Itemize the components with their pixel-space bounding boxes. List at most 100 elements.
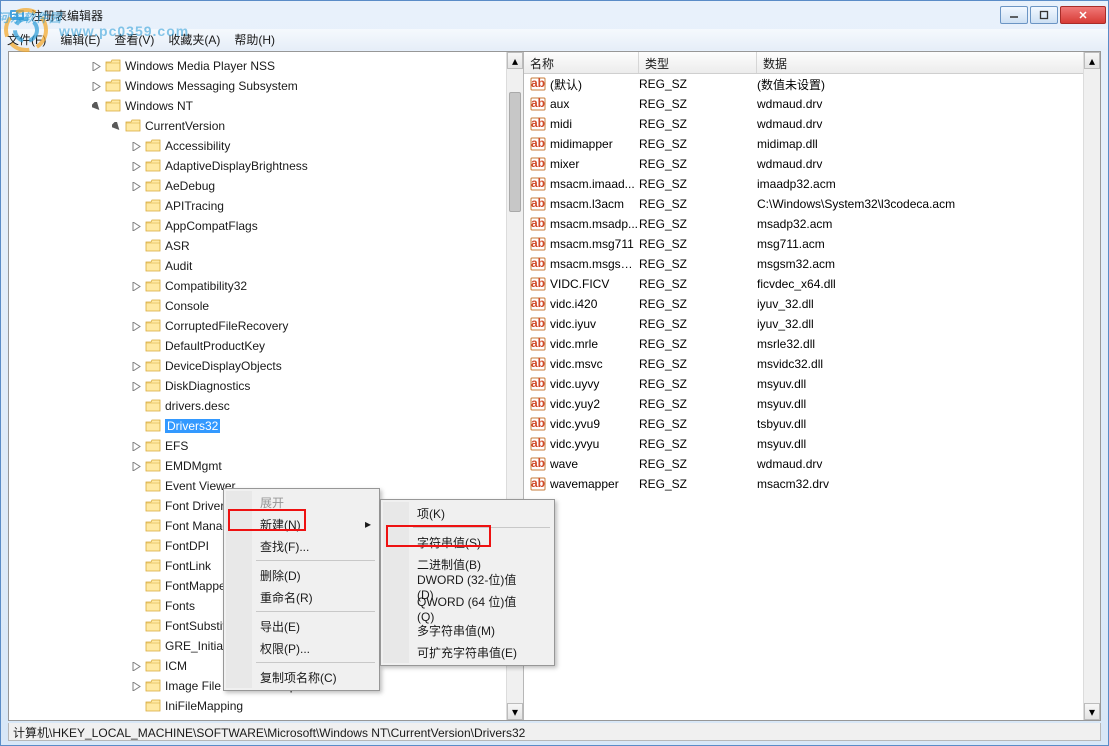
maximize-button[interactable] — [1030, 6, 1058, 24]
list-row[interactable]: abmidimapperREG_SZmidimap.dll — [524, 134, 1100, 154]
menu-view[interactable]: 查看(V) — [114, 31, 154, 48]
column-name[interactable]: 名称 — [524, 52, 639, 73]
tree-toggle-icon[interactable] — [131, 201, 142, 212]
ctx-export[interactable]: 导出(E) — [226, 615, 377, 637]
tree-item[interactable]: AeDebug — [11, 176, 523, 196]
tree-toggle-icon[interactable] — [131, 701, 142, 712]
ctx-delete[interactable]: 删除(D) — [226, 564, 377, 586]
tree-toggle-icon[interactable] — [111, 121, 122, 132]
tree-item[interactable]: DeviceDisplayObjects — [11, 356, 523, 376]
tree-item[interactable]: CorruptedFileRecovery — [11, 316, 523, 336]
tree-toggle-icon[interactable] — [131, 641, 142, 652]
menu-help[interactable]: 帮助(H) — [234, 31, 275, 48]
list-row[interactable]: abmsacm.msg711REG_SZmsg711.acm — [524, 234, 1100, 254]
tree-toggle-icon[interactable] — [91, 81, 102, 92]
tree-toggle-icon[interactable] — [131, 321, 142, 332]
ctx-new-key[interactable]: 项(K) — [383, 502, 552, 524]
ctx-new[interactable]: 新建(N)▸ — [226, 513, 377, 535]
list-row[interactable]: abmixerREG_SZwdmaud.drv — [524, 154, 1100, 174]
tree-toggle-icon[interactable] — [131, 601, 142, 612]
tree-item[interactable]: AppCompatFlags — [11, 216, 523, 236]
ctx-new-string[interactable]: 字符串值(S) — [383, 531, 552, 553]
list-row[interactable]: abvidc.iyuvREG_SZiyuv_32.dll — [524, 314, 1100, 334]
tree-item[interactable]: EMDMgmt — [11, 456, 523, 476]
tree-toggle-icon[interactable] — [131, 681, 142, 692]
tree-toggle-icon[interactable] — [131, 441, 142, 452]
ctx-rename[interactable]: 重命名(R) — [226, 586, 377, 608]
tree-toggle-icon[interactable] — [131, 381, 142, 392]
tree-item[interactable]: APITracing — [11, 196, 523, 216]
list-row[interactable]: abmsacm.msgsm...REG_SZmsgsm32.acm — [524, 254, 1100, 274]
ctx-copy-key-name[interactable]: 复制项名称(C) — [226, 666, 377, 688]
tree-toggle-icon[interactable] — [91, 61, 102, 72]
tree-toggle-icon[interactable] — [131, 301, 142, 312]
list-row[interactable]: ab(默认)REG_SZ(数值未设置) — [524, 74, 1100, 94]
menu-favorites[interactable]: 收藏夹(A) — [168, 31, 220, 48]
tree-toggle-icon[interactable] — [131, 461, 142, 472]
tree-item[interactable]: drivers.desc — [11, 396, 523, 416]
list-row[interactable]: abvidc.mrleREG_SZmsrle32.dll — [524, 334, 1100, 354]
column-type[interactable]: 类型 — [639, 52, 757, 73]
tree-toggle-icon[interactable] — [131, 561, 142, 572]
tree-item[interactable]: IniFileMapping — [11, 696, 523, 716]
scroll-up-icon[interactable]: ▴ — [507, 52, 523, 69]
list-scrollbar[interactable]: ▴ ▾ — [1083, 52, 1100, 720]
list-row[interactable]: abvidc.i420REG_SZiyuv_32.dll — [524, 294, 1100, 314]
tree-toggle-icon[interactable] — [131, 141, 142, 152]
list-row[interactable]: abvidc.msvcREG_SZmsvidc32.dll — [524, 354, 1100, 374]
list-row[interactable]: abvidc.uyvyREG_SZmsyuv.dll — [524, 374, 1100, 394]
list-row[interactable]: abvidc.yuy2REG_SZmsyuv.dll — [524, 394, 1100, 414]
tree-toggle-icon[interactable] — [131, 661, 142, 672]
scroll-up-icon[interactable]: ▴ — [1084, 52, 1100, 69]
tree-toggle-icon[interactable] — [131, 401, 142, 412]
ctx-permissions[interactable]: 权限(P)... — [226, 637, 377, 659]
tree-toggle-icon[interactable] — [131, 501, 142, 512]
tree-toggle-icon[interactable] — [91, 101, 102, 112]
tree-toggle-icon[interactable] — [131, 221, 142, 232]
ctx-new-expandstring[interactable]: 可扩充字符串值(E) — [383, 641, 552, 663]
list-row[interactable]: abvidc.yvu9REG_SZtsbyuv.dll — [524, 414, 1100, 434]
tree-item[interactable]: Windows Messaging Subsystem — [11, 76, 523, 96]
close-button[interactable] — [1060, 6, 1106, 24]
scroll-down-icon[interactable]: ▾ — [507, 703, 523, 720]
ctx-new-multistring[interactable]: 多字符串值(M) — [383, 619, 552, 641]
tree-item[interactable]: Accessibility — [11, 136, 523, 156]
tree-item[interactable]: ASR — [11, 236, 523, 256]
tree-toggle-icon[interactable] — [131, 581, 142, 592]
tree-toggle-icon[interactable] — [131, 281, 142, 292]
tree-item[interactable]: Drivers32 — [11, 416, 523, 436]
tree-item[interactable]: EFS — [11, 436, 523, 456]
list-row[interactable]: abmsacm.msadp...REG_SZmsadp32.acm — [524, 214, 1100, 234]
tree-toggle-icon[interactable] — [131, 341, 142, 352]
list-row[interactable]: abVIDC.FICVREG_SZficvdec_x64.dll — [524, 274, 1100, 294]
tree-toggle-icon[interactable] — [131, 421, 142, 432]
tree-item[interactable]: DiskDiagnostics — [11, 376, 523, 396]
tree-toggle-icon[interactable] — [131, 521, 142, 532]
ctx-expand[interactable]: 展开 — [226, 491, 377, 513]
list-row[interactable]: abmsacm.imaad...REG_SZimaadp32.acm — [524, 174, 1100, 194]
tree-item[interactable]: Console — [11, 296, 523, 316]
ctx-find[interactable]: 查找(F)... — [226, 535, 377, 557]
column-data[interactable]: 数据 — [757, 52, 1100, 73]
tree-toggle-icon[interactable] — [131, 241, 142, 252]
tree-toggle-icon[interactable] — [131, 261, 142, 272]
tree-item[interactable]: Windows Media Player NSS — [11, 56, 523, 76]
tree-item[interactable]: Windows NT — [11, 96, 523, 116]
list-row[interactable]: abmidiREG_SZwdmaud.drv — [524, 114, 1100, 134]
scroll-down-icon[interactable]: ▾ — [1084, 703, 1100, 720]
tree-item[interactable]: Audit — [11, 256, 523, 276]
menu-edit[interactable]: 编辑(E) — [60, 31, 100, 48]
tree-item[interactable]: Compatibility32 — [11, 276, 523, 296]
list-row[interactable]: abwavemapperREG_SZmsacm32.drv — [524, 474, 1100, 494]
ctx-new-qword[interactable]: QWORD (64 位)值(Q) — [383, 597, 552, 619]
tree-item[interactable]: DefaultProductKey — [11, 336, 523, 356]
tree-item[interactable]: AdaptiveDisplayBrightness — [11, 156, 523, 176]
tree-item[interactable]: CurrentVersion — [11, 116, 523, 136]
tree-toggle-icon[interactable] — [131, 541, 142, 552]
list-row[interactable]: abvidc.yvyuREG_SZmsyuv.dll — [524, 434, 1100, 454]
list-row[interactable]: abmsacm.l3acmREG_SZC:\Windows\System32\l… — [524, 194, 1100, 214]
minimize-button[interactable] — [1000, 6, 1028, 24]
tree-toggle-icon[interactable] — [131, 181, 142, 192]
tree-toggle-icon[interactable] — [131, 621, 142, 632]
list-row[interactable]: abwaveREG_SZwdmaud.drv — [524, 454, 1100, 474]
